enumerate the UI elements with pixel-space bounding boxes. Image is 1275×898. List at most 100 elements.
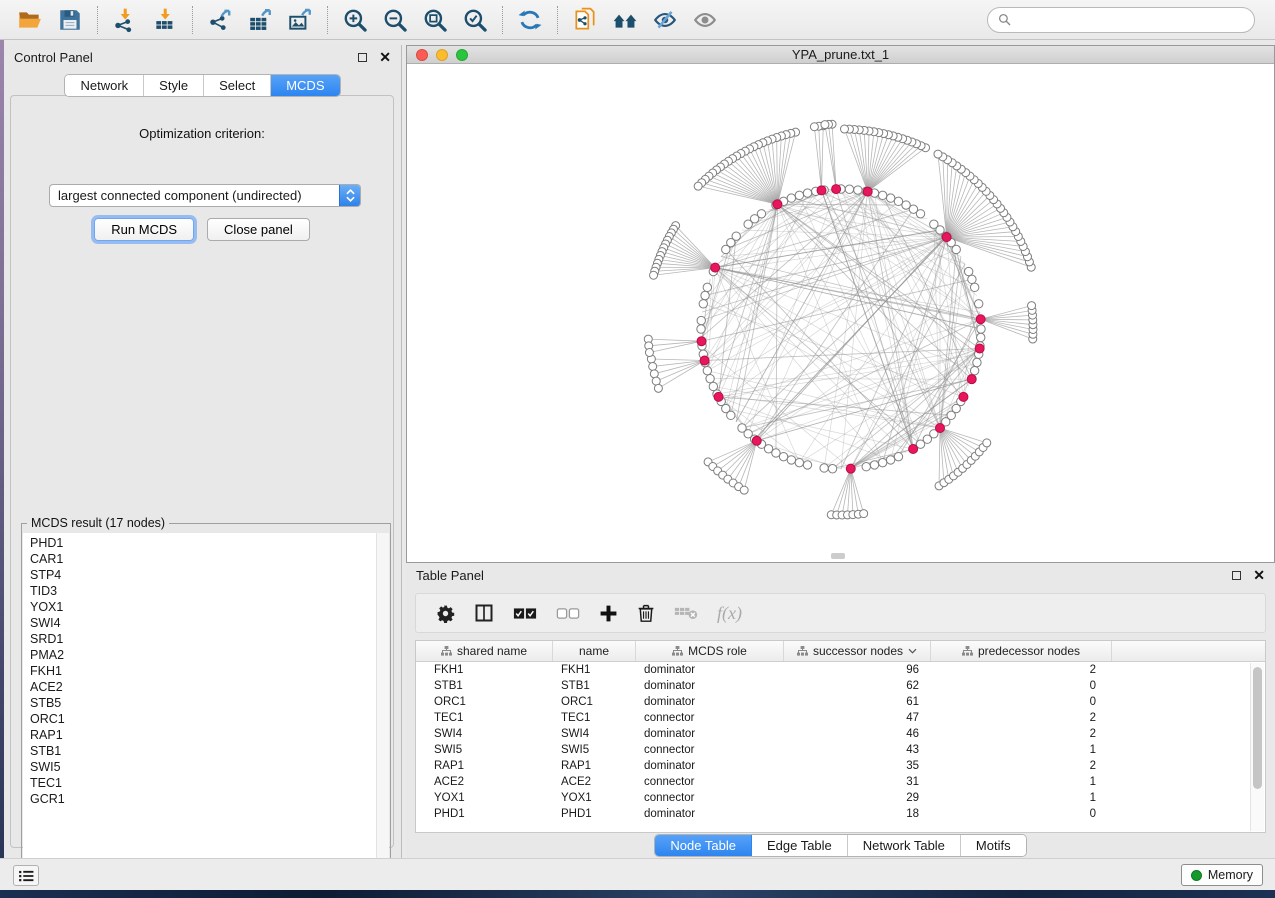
cell-mcds_role[interactable]: connector <box>636 776 784 788</box>
cell-name[interactable]: ORC1 <box>553 696 636 708</box>
table-row[interactable]: RAP1RAP1dominator352 <box>416 758 1265 774</box>
hide-selected-button[interactable] <box>645 3 685 37</box>
save-session-button[interactable] <box>50 3 90 37</box>
tab-edge-table[interactable]: Edge Table <box>752 835 848 856</box>
mcds-result-item[interactable]: YOX1 <box>30 599 369 615</box>
mcds-result-item[interactable]: ORC1 <box>30 711 369 727</box>
search-input[interactable] <box>1017 12 1244 27</box>
column-header-name[interactable]: name <box>553 641 636 661</box>
table-row[interactable]: FKH1FKH1dominator962 <box>416 662 1265 678</box>
select-all-button[interactable] <box>513 607 537 620</box>
tab-style[interactable]: Style <box>144 75 204 96</box>
import-table-button[interactable] <box>145 3 185 37</box>
cell-successor_nodes[interactable]: 62 <box>784 680 931 692</box>
network-window-titlebar[interactable]: YPA_prune.txt_1 <box>407 46 1274 64</box>
deselect-all-button[interactable] <box>556 607 580 620</box>
network-canvas[interactable] <box>407 64 1274 562</box>
cell-name[interactable]: ACE2 <box>553 776 636 788</box>
table-row[interactable]: SWI5SWI5connector431 <box>416 742 1265 758</box>
tab-node-table[interactable]: Node Table <box>655 835 752 856</box>
mcds-result-item[interactable]: ACE2 <box>30 679 369 695</box>
column-header-successor-nodes[interactable]: successor nodes <box>784 641 931 661</box>
mcds-result-item[interactable]: STP4 <box>30 567 369 583</box>
export-image-button[interactable] <box>280 3 320 37</box>
cell-name[interactable]: PHD1 <box>553 808 636 820</box>
delete-column-button[interactable] <box>637 603 655 623</box>
mcds-result-item[interactable]: SRD1 <box>30 631 369 647</box>
cell-shared_name[interactable]: TEC1 <box>416 712 553 724</box>
mcds-result-item[interactable]: STB1 <box>30 743 369 759</box>
cell-mcds_role[interactable]: connector <box>636 792 784 804</box>
network-graph[interactable] <box>407 64 1274 561</box>
cell-mcds_role[interactable]: dominator <box>636 680 784 692</box>
cell-successor_nodes[interactable]: 46 <box>784 728 931 740</box>
cell-predecessor_nodes[interactable]: 1 <box>931 776 1112 788</box>
cell-predecessor_nodes[interactable]: 0 <box>931 680 1112 692</box>
cell-successor_nodes[interactable]: 29 <box>784 792 931 804</box>
float-table-panel-icon[interactable] <box>1232 571 1241 580</box>
tab-motifs[interactable]: Motifs <box>961 835 1026 856</box>
zoom-fit-button[interactable] <box>415 3 455 37</box>
cell-name[interactable]: FKH1 <box>553 664 636 676</box>
cell-mcds_role[interactable]: dominator <box>636 728 784 740</box>
mcds-result-item[interactable]: STB5 <box>30 695 369 711</box>
mcds-result-item[interactable]: PHD1 <box>30 535 369 551</box>
tab-network[interactable]: Network <box>65 75 144 96</box>
table-scrollbar-thumb[interactable] <box>1253 667 1262 789</box>
mcds-result-item[interactable]: GCR1 <box>30 791 369 807</box>
cell-shared_name[interactable]: PHD1 <box>416 808 553 820</box>
table-settings-button[interactable] <box>436 604 455 623</box>
cell-name[interactable]: SWI5 <box>553 744 636 756</box>
table-row[interactable]: YOX1YOX1connector291 <box>416 790 1265 806</box>
tab-network-table[interactable]: Network Table <box>848 835 961 856</box>
mcds-list-scrollbar[interactable] <box>376 533 389 887</box>
cell-successor_nodes[interactable]: 61 <box>784 696 931 708</box>
task-history-button[interactable] <box>13 865 39 886</box>
table-row[interactable]: STB1STB1dominator620 <box>416 678 1265 694</box>
import-network-button[interactable] <box>105 3 145 37</box>
tab-mcds[interactable]: MCDS <box>271 75 339 96</box>
cell-successor_nodes[interactable]: 96 <box>784 664 931 676</box>
cell-predecessor_nodes[interactable]: 2 <box>931 760 1112 772</box>
table-scrollbar[interactable] <box>1250 663 1264 831</box>
zoom-out-button[interactable] <box>375 3 415 37</box>
cell-shared_name[interactable]: RAP1 <box>416 760 553 772</box>
column-header-shared-name[interactable]: shared name <box>416 641 553 661</box>
cell-successor_nodes[interactable]: 31 <box>784 776 931 788</box>
cell-mcds_role[interactable]: dominator <box>636 664 784 676</box>
cell-mcds_role[interactable]: dominator <box>636 808 784 820</box>
tab-select[interactable]: Select <box>204 75 271 96</box>
column-header-MCDS-role[interactable]: MCDS role <box>636 641 784 661</box>
show-all-button[interactable] <box>685 3 725 37</box>
memory-button[interactable]: Memory <box>1181 864 1263 886</box>
cell-name[interactable]: STB1 <box>553 680 636 692</box>
mcds-result-item[interactable]: FKH1 <box>30 663 369 679</box>
cell-successor_nodes[interactable]: 18 <box>784 808 931 820</box>
run-mcds-button[interactable]: Run MCDS <box>94 218 194 241</box>
add-column-button[interactable] <box>599 604 618 623</box>
cell-predecessor_nodes[interactable]: 1 <box>931 792 1112 804</box>
mcds-result-list[interactable]: PHD1CAR1STP4TID3YOX1SWI4SRD1PMA2FKH1ACE2… <box>23 533 389 887</box>
table-row[interactable]: SWI4SWI4dominator462 <box>416 726 1265 742</box>
export-network-button[interactable] <box>200 3 240 37</box>
new-network-from-selection-button[interactable] <box>565 3 605 37</box>
first-neighbors-button[interactable] <box>605 3 645 37</box>
cell-successor_nodes[interactable]: 43 <box>784 744 931 756</box>
cell-name[interactable]: SWI4 <box>553 728 636 740</box>
cell-shared_name[interactable]: ORC1 <box>416 696 553 708</box>
table-row[interactable]: ORC1ORC1dominator610 <box>416 694 1265 710</box>
cell-predecessor_nodes[interactable]: 1 <box>931 744 1112 756</box>
cell-mcds_role[interactable]: connector <box>636 712 784 724</box>
cell-predecessor_nodes[interactable]: 0 <box>931 808 1112 820</box>
cell-shared_name[interactable]: ACE2 <box>416 776 553 788</box>
cell-mcds_role[interactable]: dominator <box>636 760 784 772</box>
cell-name[interactable]: TEC1 <box>553 712 636 724</box>
float-panel-icon[interactable] <box>358 53 367 62</box>
cell-predecessor_nodes[interactable]: 2 <box>931 664 1112 676</box>
column-header-predecessor-nodes[interactable]: predecessor nodes <box>931 641 1112 661</box>
canvas-scrollbar-thumb[interactable] <box>831 553 845 559</box>
table-row[interactable]: TEC1TEC1connector472 <box>416 710 1265 726</box>
mcds-result-item[interactable]: TEC1 <box>30 775 369 791</box>
zoom-selected-button[interactable] <box>455 3 495 37</box>
mcds-result-item[interactable]: PMA2 <box>30 647 369 663</box>
